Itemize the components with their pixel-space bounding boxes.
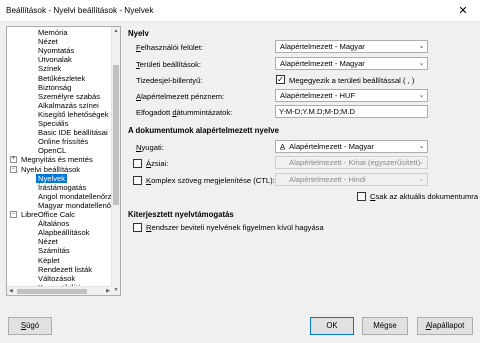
tree-item-label: Nyomtatás [38, 46, 75, 56]
scroll-down-icon[interactable]: ▼ [112, 286, 120, 295]
cancel-button[interactable]: Mégse [362, 317, 408, 335]
section-heading-doc-language: A dokumentumok alapértelmezett nyelve [128, 126, 279, 135]
tree-item-label: Személyre szabás [38, 91, 101, 101]
currency-value: Alapértelmezett - HUF [280, 91, 356, 100]
tree-item-label: Basic IDE beállításai [38, 128, 108, 138]
tree-item-label: Általános [38, 219, 70, 229]
tree-item-label: Nyelvek [36, 173, 68, 183]
decimal-checkbox[interactable]: ✓ [276, 75, 285, 84]
ctl-label: Komplex szöveg megjelenítése (CTL): [146, 176, 275, 185]
scroll-right-icon[interactable]: ▶ [106, 287, 110, 295]
help-button[interactable]: Súgó [8, 317, 52, 335]
ui-language-label: Felhasználói felület: [136, 43, 204, 52]
tree-item-label: Képlet [38, 255, 60, 265]
ctl-checkbox[interactable] [133, 176, 142, 185]
chevron-down-icon: ⌄ [418, 143, 425, 150]
asian-language-value: Alapértelmezett - Kínai (egyszerűsített) [289, 158, 421, 167]
currency-label: Alapértelmezett pénznem: [136, 92, 225, 101]
locale-label: Területi beállítások: [136, 60, 202, 69]
ignore-system-input-label: Rendszer beviteli nyelvének figyelmen kí… [146, 223, 324, 232]
asian-language-select[interactable]: Alapértelmezett - Kínai (egyszerűsített)… [275, 156, 428, 169]
hscroll-thumb[interactable] [17, 289, 87, 294]
tree-item-label: Magyar mondatellenőrző [38, 200, 121, 210]
tree-item-label: Angol mondatellenőrző [38, 191, 116, 201]
tree-item-label: Számítás [38, 246, 70, 256]
scroll-up-icon[interactable]: ▲ [112, 27, 120, 36]
tree-item-label: Nyelvi beállítások [21, 164, 81, 174]
asian-label: Ázsiai: [146, 159, 169, 168]
currency-select[interactable]: Alapértelmezett - HUF ⌄ [275, 89, 428, 102]
western-language-value: Alapértelmezett - Magyar [289, 142, 374, 151]
tree-item-label: Speciális [38, 119, 69, 128]
scroll-thumb[interactable] [113, 65, 119, 205]
ignore-system-input-checkbox[interactable] [133, 223, 142, 232]
expand-icon[interactable]: + [10, 156, 17, 164]
western-language-select[interactable]: A̲ Alapértelmezett - Magyar ⌄ [275, 140, 428, 153]
scroll-left-icon[interactable]: ◀ [9, 287, 13, 295]
tree-item-label: Biztonság [38, 82, 72, 92]
date-patterns-label: Elfogadott dátummintázatok: [136, 108, 233, 117]
western-label: Nyugati: [136, 143, 164, 152]
language-settings-panel: Nyelv Felhasználói felület: Alapértelmez… [128, 26, 478, 296]
spellcheck-icon: A̲ [280, 142, 286, 151]
ok-button[interactable]: OK [310, 317, 354, 335]
tree-item-label: Alapbeállítások [38, 228, 90, 238]
tree-item-label: Rendezett listák [38, 264, 93, 274]
tree-item-label: LibreOffice Calc [21, 210, 75, 219]
section-heading-extended: Kiterjesztett nyelvtámogatás [128, 210, 234, 219]
ctl-language-value: Alapértelmezett - Hindi [289, 175, 366, 184]
ui-language-select[interactable]: Alapértelmezett - Magyar ⌄ [275, 40, 428, 53]
chevron-down-icon: ⌄ [418, 92, 425, 99]
tree-item-label: Online frissítés [38, 137, 89, 147]
tree-horizontal-scrollbar[interactable]: ◀ ▶ [7, 286, 112, 295]
decimal-key-label: Tizedesjel-billentyű: [136, 76, 203, 85]
collapse-icon[interactable]: − [10, 165, 17, 173]
locale-select[interactable]: Alapértelmezett - Magyar ⌄ [275, 57, 428, 70]
close-icon[interactable]: ✕ [446, 0, 480, 22]
tree-item-label: Útvonalak [38, 55, 72, 65]
chevron-down-icon: ⌄ [418, 60, 425, 67]
locale-value: Alapértelmezett - Magyar [280, 59, 365, 68]
collapse-icon[interactable]: − [10, 211, 17, 218]
tree-item-label: Memória [38, 28, 68, 37]
chevron-down-icon: ⌄ [418, 43, 425, 50]
date-patterns-input[interactable]: Y-M-D;Y.M.D;M-D;M.D [275, 105, 428, 118]
asian-checkbox[interactable] [133, 159, 142, 168]
tree-item-label: Változások [38, 273, 76, 283]
reset-button[interactable]: Alapállapot [417, 317, 473, 335]
tree-item-label: Kisegítő lehetőségek [38, 109, 109, 119]
section-heading-language: Nyelv [128, 29, 149, 38]
ui-language-value: Alapértelmezett - Magyar [280, 42, 365, 51]
tree-item-label: OpenCL [38, 146, 67, 156]
chevron-down-icon: ⌄ [418, 159, 425, 166]
tree-item-label: Betűkészletek [38, 73, 86, 83]
tree-item-label: Alkalmazás színei [38, 100, 99, 110]
window-title: Beállítások - Nyelvi beállítások - Nyelv… [6, 6, 154, 15]
options-tree[interactable]: KompatibilitásVáltozásokRendezett listák… [6, 26, 121, 296]
ctl-language-select[interactable]: Alapértelmezett - Hindi ⌄ [275, 173, 428, 186]
current-document-checkbox[interactable] [357, 192, 366, 201]
title-bar: Beállítások - Nyelvi beállítások - Nyelv… [0, 0, 480, 22]
chevron-down-icon: ⌄ [418, 176, 425, 183]
tree-item-label: Nézet [38, 237, 58, 247]
tree-item-label: Írástámogatás [38, 182, 87, 192]
current-document-label: Csak az aktuális dokumentumra [370, 192, 479, 201]
tree-item-label: Megnyitás és mentés [21, 155, 93, 165]
decimal-checkbox-label: Megegyezik a területi beállítással ( , ) [289, 76, 415, 85]
tree-vertical-scrollbar[interactable]: ▲ ▼ [111, 27, 120, 295]
tree-item-label: Nézet [38, 37, 58, 47]
tree-item-label: Színek [38, 64, 62, 74]
